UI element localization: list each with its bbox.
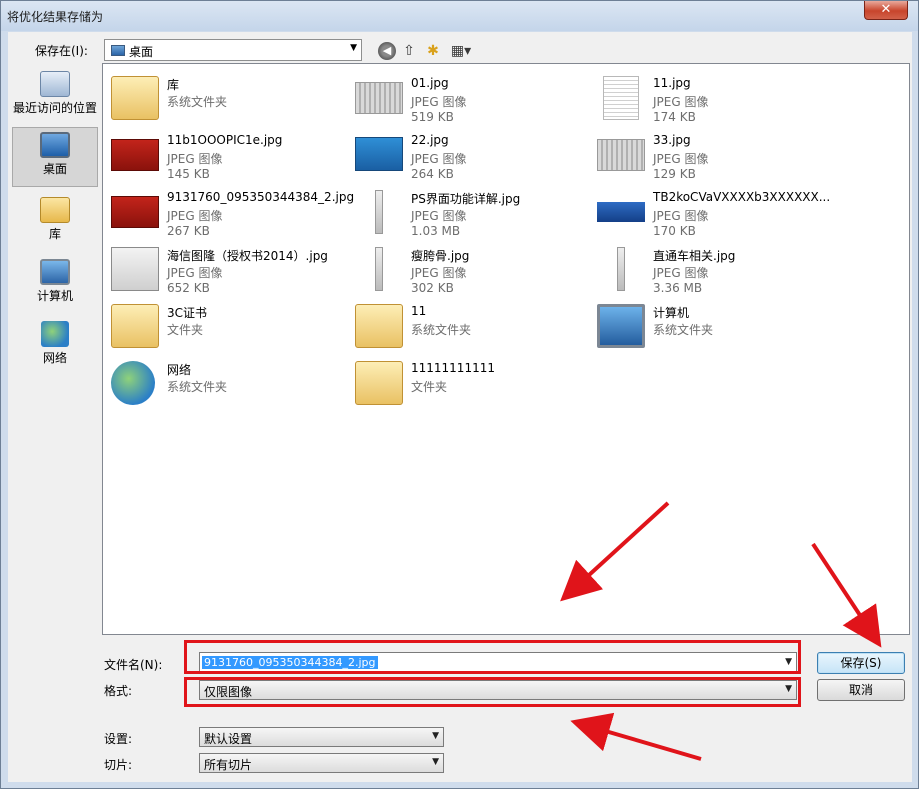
- annotation-arrow-save: [811, 542, 882, 648]
- annotation-arrows: [560, 501, 882, 761]
- annotation-arrow-format: [570, 712, 702, 761]
- save-dialog-window: 将优化结果存储为 ✕ 保存在(I): 桌面 ▼ ◀ ⇧ ✱ ▦▾ 最近访问的位置…: [0, 0, 919, 789]
- annotation-arrow-center: [560, 501, 670, 602]
